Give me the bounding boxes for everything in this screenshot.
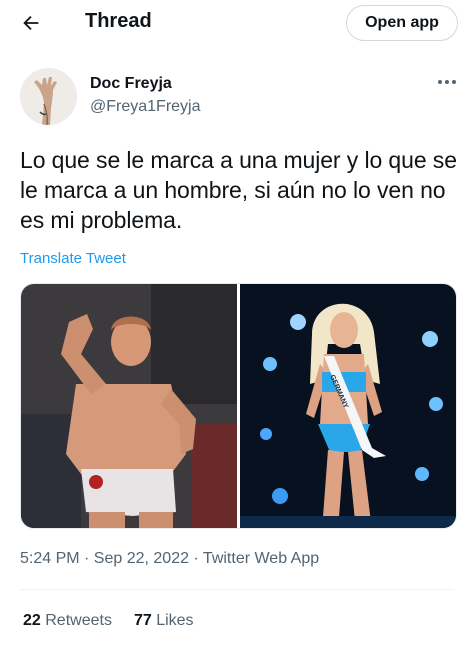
tweet-text: Lo que se le marca a una mujer y lo que … [20, 147, 457, 233]
media-photo-pageant[interactable]: GERMANY [240, 284, 456, 528]
back-button[interactable] [16, 8, 46, 38]
open-app-button[interactable]: Open app [346, 5, 458, 41]
tweet-media: GERMANY [20, 283, 457, 529]
avatar[interactable] [20, 68, 77, 125]
media-photo-boxer[interactable] [21, 284, 237, 528]
more-button[interactable] [434, 72, 460, 92]
tweet-stats: 22 Retweets 77 Likes [23, 612, 194, 630]
translate-tweet-link[interactable]: Translate Tweet [20, 250, 126, 267]
top-bar: Thread Open app [0, 0, 474, 46]
likes-count: 77 [133, 612, 152, 629]
photo-boxer [21, 284, 237, 528]
divider [20, 589, 454, 590]
photo-pageant: GERMANY [240, 284, 456, 528]
likes-label: Likes [156, 612, 194, 629]
page-title: Thread [85, 10, 152, 32]
more-horizontal-icon [438, 80, 456, 84]
avatar-image [20, 68, 77, 125]
retweets-label: Retweets [45, 612, 112, 629]
author-name[interactable]: Doc Freyja [90, 75, 172, 93]
likes-stat[interactable]: 77 Likes [134, 612, 194, 630]
arrow-left-icon [23, 15, 39, 31]
author-handle[interactable]: @Freya1Freyja [90, 98, 201, 116]
tweet-timestamp: 5:24 PM · Sep 22, 2022 · Twitter Web App [20, 550, 320, 567]
retweets-stat[interactable]: 22 Retweets [23, 612, 112, 630]
retweets-count: 22 [23, 612, 41, 629]
